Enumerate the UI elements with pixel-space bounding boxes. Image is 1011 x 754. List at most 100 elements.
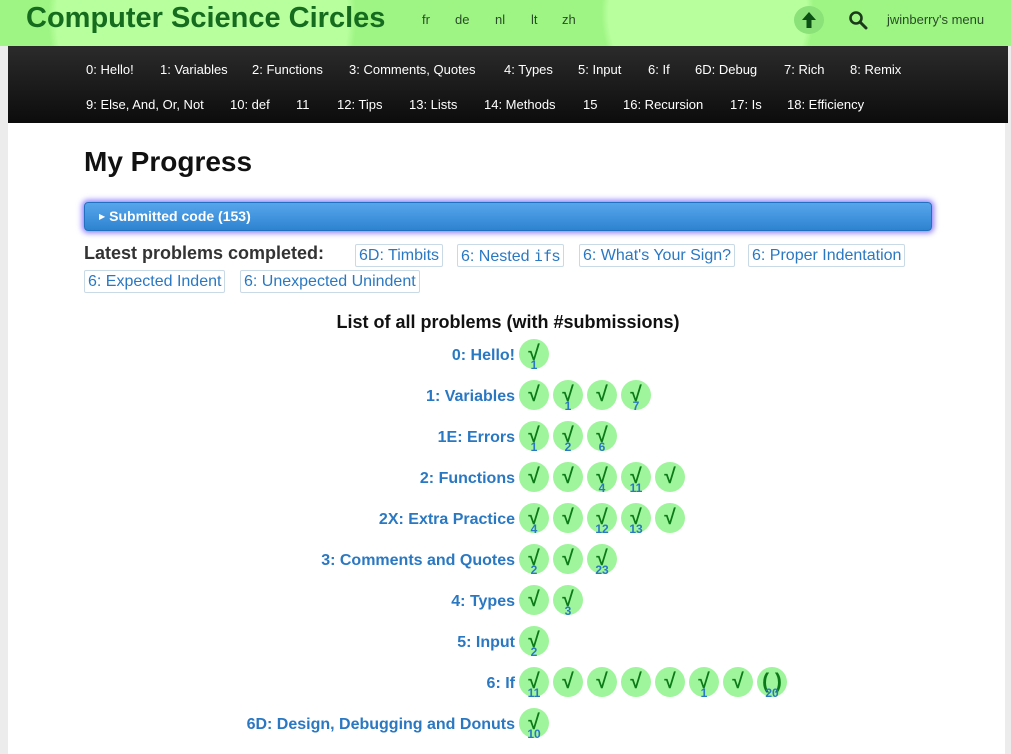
nav-link-lesson-3[interactable]: 3: Comments, Quotes: [349, 62, 475, 77]
problem-completed-badge[interactable]: √: [553, 667, 583, 697]
lesson-link[interactable]: 2X: Extra Practice: [379, 511, 515, 529]
submission-count: 11: [527, 686, 541, 700]
nav-link-lesson-2[interactable]: 2: Functions: [252, 62, 323, 77]
problem-completed-badge[interactable]: √ 1: [519, 421, 549, 454]
nav-link-lesson-6d[interactable]: 6D: Debug: [695, 62, 757, 77]
problem-completed-badge[interactable]: √ 4: [587, 462, 617, 495]
language-link-lt[interactable]: lt: [531, 12, 538, 27]
checkmark-icon: √: [630, 670, 642, 693]
lesson-link[interactable]: 3: Comments and Quotes: [321, 552, 515, 570]
problem-completed-badge[interactable]: √: [519, 462, 549, 492]
submission-count: 2: [564, 440, 572, 454]
lesson-link[interactable]: 1: Variables: [426, 388, 515, 406]
search-button[interactable]: [848, 10, 868, 30]
nav-link-lesson-13[interactable]: 13: Lists: [409, 97, 457, 112]
nav-link-lesson-6[interactable]: 6: If: [648, 62, 670, 77]
nav-link-lesson-4[interactable]: 4: Types: [504, 62, 553, 77]
problem-completed-badge[interactable]: √: [655, 462, 685, 492]
submission-count: 1: [700, 686, 708, 700]
nav-link-lesson-12[interactable]: 12: Tips: [337, 97, 383, 112]
problem-completed-badge[interactable]: √: [587, 380, 617, 410]
problem-completed-badge[interactable]: √ 13: [621, 503, 651, 536]
latest-problems-label: Latest problems completed:: [84, 243, 325, 263]
nav-link-lesson-16[interactable]: 16: Recursion: [623, 97, 703, 112]
arrow-up-icon: [802, 12, 816, 28]
problem-completed-badge[interactable]: √: [621, 667, 651, 697]
problem-completed-badge[interactable]: √ 7: [621, 380, 651, 413]
lesson-link[interactable]: 0: Hello!: [452, 347, 515, 365]
submitted-code-toggle[interactable]: ▶ Submitted code (153): [84, 202, 932, 231]
latest-problem-chip[interactable]: 6D: Timbits: [355, 244, 444, 267]
language-link-de[interactable]: de: [455, 12, 469, 27]
problem-completed-badge[interactable]: √: [655, 667, 685, 697]
nav-link-lesson-18[interactable]: 18: Efficiency: [787, 97, 864, 112]
lesson-link[interactable]: 6D: Design, Debugging and Donuts: [247, 716, 515, 734]
latest-problem-chip[interactable]: 6: Expected Indent: [84, 270, 226, 293]
scroll-top-button[interactable]: [794, 6, 824, 34]
problem-completed-badge[interactable]: √ 12: [587, 503, 617, 536]
site-brand-link[interactable]: Computer Science Circles: [26, 2, 385, 35]
problem-completed-badge[interactable]: √ 11: [621, 462, 651, 495]
problem-completed-badge[interactable]: √: [655, 503, 685, 533]
problem-completed-badge[interactable]: √ 1: [553, 380, 583, 413]
problem-completed-badge[interactable]: √: [553, 503, 583, 533]
language-link-zh[interactable]: zh: [562, 12, 576, 27]
nav-link-lesson-10[interactable]: 10: def: [230, 97, 270, 112]
submission-count: 23: [595, 563, 609, 577]
problem-completed-badge[interactable]: √ 3: [553, 585, 583, 618]
problem-completed-badge[interactable]: √: [519, 380, 549, 410]
problem-completed-badge[interactable]: √ 10: [519, 708, 549, 741]
problem-incomplete-badge[interactable]: ( ) 20: [757, 667, 787, 700]
nav-link-lesson-8[interactable]: 8: Remix: [850, 62, 901, 77]
chip-text: 6: Proper Indentation: [752, 247, 902, 264]
problem-completed-badge[interactable]: √ 4: [519, 503, 549, 536]
lesson-link[interactable]: 1E: Errors: [438, 429, 515, 447]
language-link-nl[interactable]: nl: [495, 12, 505, 27]
user-menu-link[interactable]: jwinberry's menu: [887, 12, 984, 27]
problem-completed-badge[interactable]: √ 1: [689, 667, 719, 700]
latest-problem-chip[interactable]: 6: What's Your Sign?: [579, 244, 736, 267]
submission-count: 3: [564, 604, 572, 618]
problem-completed-badge[interactable]: √: [553, 462, 583, 492]
lesson-link[interactable]: 4: Types: [451, 593, 515, 611]
problem-completed-badge[interactable]: √ 2: [553, 421, 583, 454]
page-title: My Progress: [84, 146, 253, 177]
problem-completed-badge[interactable]: √: [587, 667, 617, 697]
problem-completed-badge[interactable]: √ 2: [519, 626, 549, 659]
problem-completed-badge[interactable]: √: [553, 544, 583, 574]
chip-text: 6: Nested: [461, 248, 534, 265]
nav-link-lesson-17[interactable]: 17: Is: [730, 97, 762, 112]
nav-link-lesson-0[interactable]: 0: Hello!: [86, 62, 134, 77]
submission-count: 13: [629, 522, 643, 536]
latest-problem-chip[interactable]: 6: Proper Indentation: [748, 244, 906, 267]
nav-link-lesson-5[interactable]: 5: Input: [578, 62, 621, 77]
submission-count: 20: [765, 686, 779, 700]
lesson-link[interactable]: 2: Functions: [420, 470, 515, 488]
chip-text: 6: What's Your Sign?: [583, 247, 732, 264]
nav-link-lesson-9[interactable]: 9: Else, And, Or, Not: [86, 97, 204, 112]
problem-completed-badge[interactable]: √ 2: [519, 544, 549, 577]
problem-completed-badge[interactable]: √ 6: [587, 421, 617, 454]
submission-count: 11: [629, 481, 643, 495]
chip-text: 6: Expected Indent: [88, 273, 222, 290]
problem-completed-badge[interactable]: √ 11: [519, 667, 549, 700]
latest-problem-chip[interactable]: 6: Unexpected Unindent: [240, 270, 420, 293]
submission-count: 2: [530, 645, 538, 659]
chip-text: 6D: Timbits: [359, 247, 440, 264]
lesson-link[interactable]: 5: Input: [457, 634, 515, 652]
lesson-link[interactable]: 6: If: [487, 675, 515, 693]
nav-link-lesson-7[interactable]: 7: Rich: [784, 62, 824, 77]
problem-completed-badge[interactable]: √: [723, 667, 753, 697]
problem-completed-badge[interactable]: √ 1: [519, 339, 549, 372]
nav-link-lesson-11[interactable]: 11: [296, 97, 310, 112]
latest-problem-chip[interactable]: 6: Nested ifs: [457, 244, 564, 267]
nav-link-lesson-14[interactable]: 14: Methods: [484, 97, 556, 112]
problem-completed-badge[interactable]: √: [519, 585, 549, 615]
search-icon: [849, 11, 868, 30]
site-header: Computer Science Circles fr de nl lt zh …: [0, 0, 1011, 46]
nav-link-lesson-15[interactable]: 15: [583, 97, 597, 112]
checkmark-icon: √: [562, 547, 574, 570]
problem-completed-badge[interactable]: √ 23: [587, 544, 617, 577]
language-link-fr[interactable]: fr: [422, 12, 430, 27]
nav-link-lesson-1[interactable]: 1: Variables: [160, 62, 228, 77]
